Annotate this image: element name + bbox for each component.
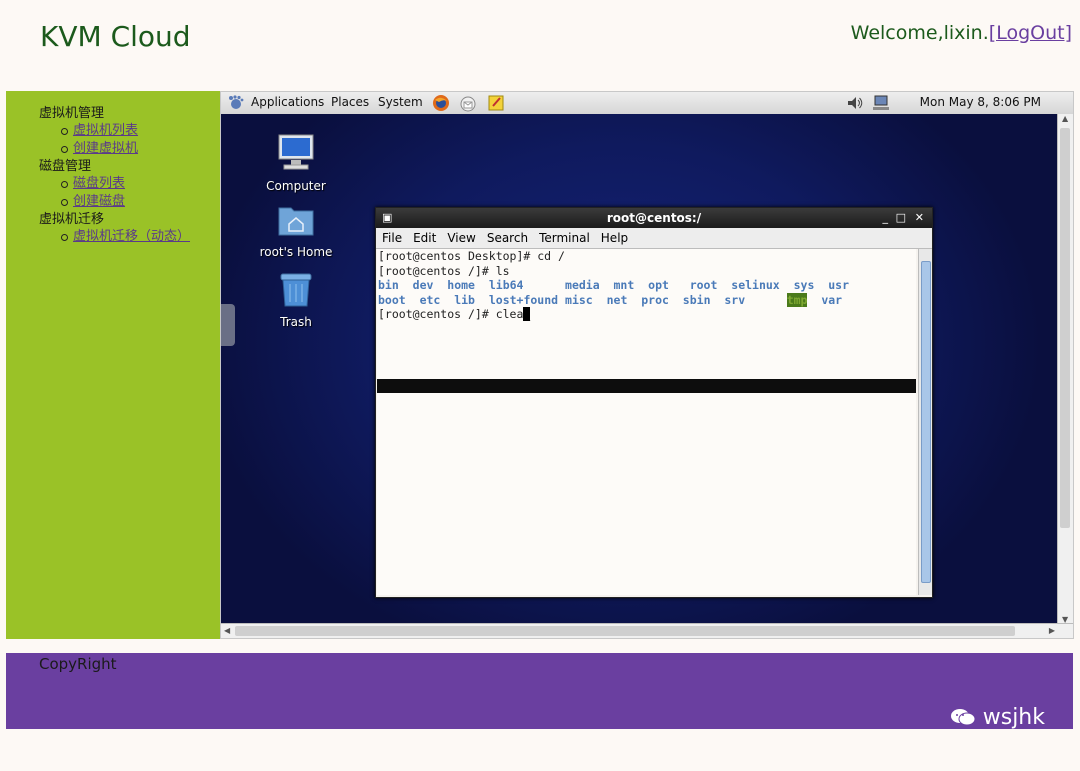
terminal-window-menu-icon[interactable]: ▣ (382, 208, 392, 228)
terminal-scrollbar-thumb[interactable] (921, 261, 931, 583)
computer-icon (278, 134, 314, 170)
logout-link[interactable]: [LogOut] (989, 22, 1072, 44)
nav-link-vm-list[interactable]: 虚拟机列表 (73, 123, 138, 138)
footer-brand-text: wsjhk (982, 705, 1045, 730)
terminal-scrollbar[interactable] (918, 249, 932, 595)
console-horizontal-scrollbar[interactable]: ◀ ▶ (221, 623, 1073, 638)
nav-item-create-vm[interactable]: 创建虚拟机 (6, 140, 220, 158)
nav-link-create-disk[interactable]: 创建磁盘 (73, 194, 125, 209)
welcome-text: Welcome,lixin. (850, 22, 989, 44)
site-title: KVM Cloud (40, 20, 191, 53)
panel-clock[interactable]: Mon May 8, 8:06 PM (920, 95, 1041, 109)
terminal-window[interactable]: ▣ root@centos:/ _ □ ✕ File Edit View Search… (375, 207, 933, 598)
terminal-prompt-line: [root@centos /]# clea_ (378, 307, 531, 321)
nav-group-vm: 虚拟机管理 (39, 106, 105, 121)
terminal-menu-search[interactable]: Search (481, 228, 533, 245)
nav-item-disk-list[interactable]: 磁盘列表 (6, 175, 220, 193)
nav-item-live-migration[interactable]: 虚拟机迁移（动态） (6, 228, 220, 246)
gnome-foot-icon (227, 94, 245, 112)
terminal-menu-edit[interactable]: Edit (407, 228, 441, 245)
console-vscroll-thumb[interactable] (1060, 128, 1070, 528)
terminal-cursor: _ (523, 307, 531, 321)
menu-applications[interactable]: Applications (251, 95, 324, 109)
nav-link-create-vm[interactable]: 创建虚拟机 (73, 141, 138, 156)
sidebar: 虚拟机管理 虚拟机列表 创建虚拟机 磁盘管理 磁盘列表 创建磁盘 虚拟机迁移 虚… (6, 91, 220, 639)
guest-desktop[interactable]: Computer root's Home Trash ▣ root@centos… (221, 114, 1057, 624)
minimize-icon[interactable]: _ (883, 208, 889, 228)
console-hscroll-thumb[interactable] (235, 626, 1015, 636)
terminal-menubar: File Edit View Search Terminal Help (376, 228, 932, 249)
scroll-right-icon[interactable]: ▶ (1049, 626, 1055, 635)
desktop-icon-trash-label: Trash (280, 315, 312, 329)
home-folder-icon (278, 207, 314, 236)
terminal-menu-view[interactable]: View (441, 228, 480, 245)
nav-group-migration: 虚拟机迁移 (39, 212, 105, 227)
welcome-bar: Welcome,lixin.[LogOut] (851, 22, 1072, 44)
firefox-icon[interactable] (432, 94, 450, 112)
close-icon[interactable]: ✕ (915, 208, 924, 228)
nav-link-live-migration[interactable]: 虚拟机迁移（动态） (73, 229, 190, 244)
maximize-icon[interactable]: □ (896, 208, 906, 228)
nav-item-create-disk[interactable]: 创建磁盘 (6, 193, 220, 211)
desktop-icon-computer[interactable]: Computer (256, 132, 336, 193)
footer: CopyRight wsjhk (6, 653, 1073, 730)
nav-link-disk-list[interactable]: 磁盘列表 (73, 176, 125, 191)
terminal-output[interactable]: [root@centos Desktop]# cd / [root@centos… (377, 249, 916, 595)
nav-item-vm-list[interactable]: 虚拟机列表 (6, 122, 220, 140)
network-icon[interactable] (872, 94, 890, 112)
terminal-line: [root@centos /]# ls (378, 263, 510, 278)
desktop-icon-home-label: root's Home (259, 245, 333, 259)
console-vertical-scrollbar[interactable]: ▲ ▼ (1057, 114, 1073, 624)
mail-icon[interactable] (459, 94, 477, 112)
terminal-menu-file[interactable]: File (376, 228, 407, 245)
terminal-render-glitch-bar (377, 379, 916, 393)
nav-group-disk: 磁盘管理 (39, 159, 92, 174)
terminal-menu-terminal[interactable]: Terminal (533, 228, 595, 245)
trash-icon (280, 273, 312, 307)
volume-icon[interactable] (846, 94, 864, 112)
terminal-title: root@centos:/ (606, 211, 702, 225)
terminal-titlebar[interactable]: ▣ root@centos:/ _ □ ✕ (376, 208, 932, 228)
terminal-line: [root@centos Desktop]# cd / (378, 249, 565, 263)
footer-brand-watermark: wsjhk (950, 705, 1045, 730)
terminal-menu-help[interactable]: Help (595, 228, 633, 245)
scroll-left-icon[interactable]: ◀ (224, 626, 230, 635)
desktop-icon-home[interactable]: root's Home (256, 202, 336, 259)
desktop-icon-computer-label: Computer (266, 179, 326, 193)
gnome-top-panel: Applications Places System Mon May 8, 8:… (221, 92, 1073, 115)
menu-system[interactable]: System (378, 95, 423, 109)
scroll-up-icon[interactable]: ▲ (1062, 114, 1068, 123)
footer-copyright: CopyRight (39, 655, 117, 673)
ls-row-2: boot etc lib lost+found misc net proc sb… (378, 292, 843, 307)
desktop-icon-trash[interactable]: Trash (256, 270, 336, 329)
vm-console[interactable]: Applications Places System Mon May 8, 8:… (220, 91, 1074, 639)
side-handle[interactable] (221, 304, 235, 346)
menu-places[interactable]: Places (331, 95, 369, 109)
ls-row-1: bin dev home lib64 media mnt opt root se… (378, 278, 850, 292)
wechat-icon (950, 709, 976, 726)
notes-icon[interactable] (487, 94, 505, 112)
